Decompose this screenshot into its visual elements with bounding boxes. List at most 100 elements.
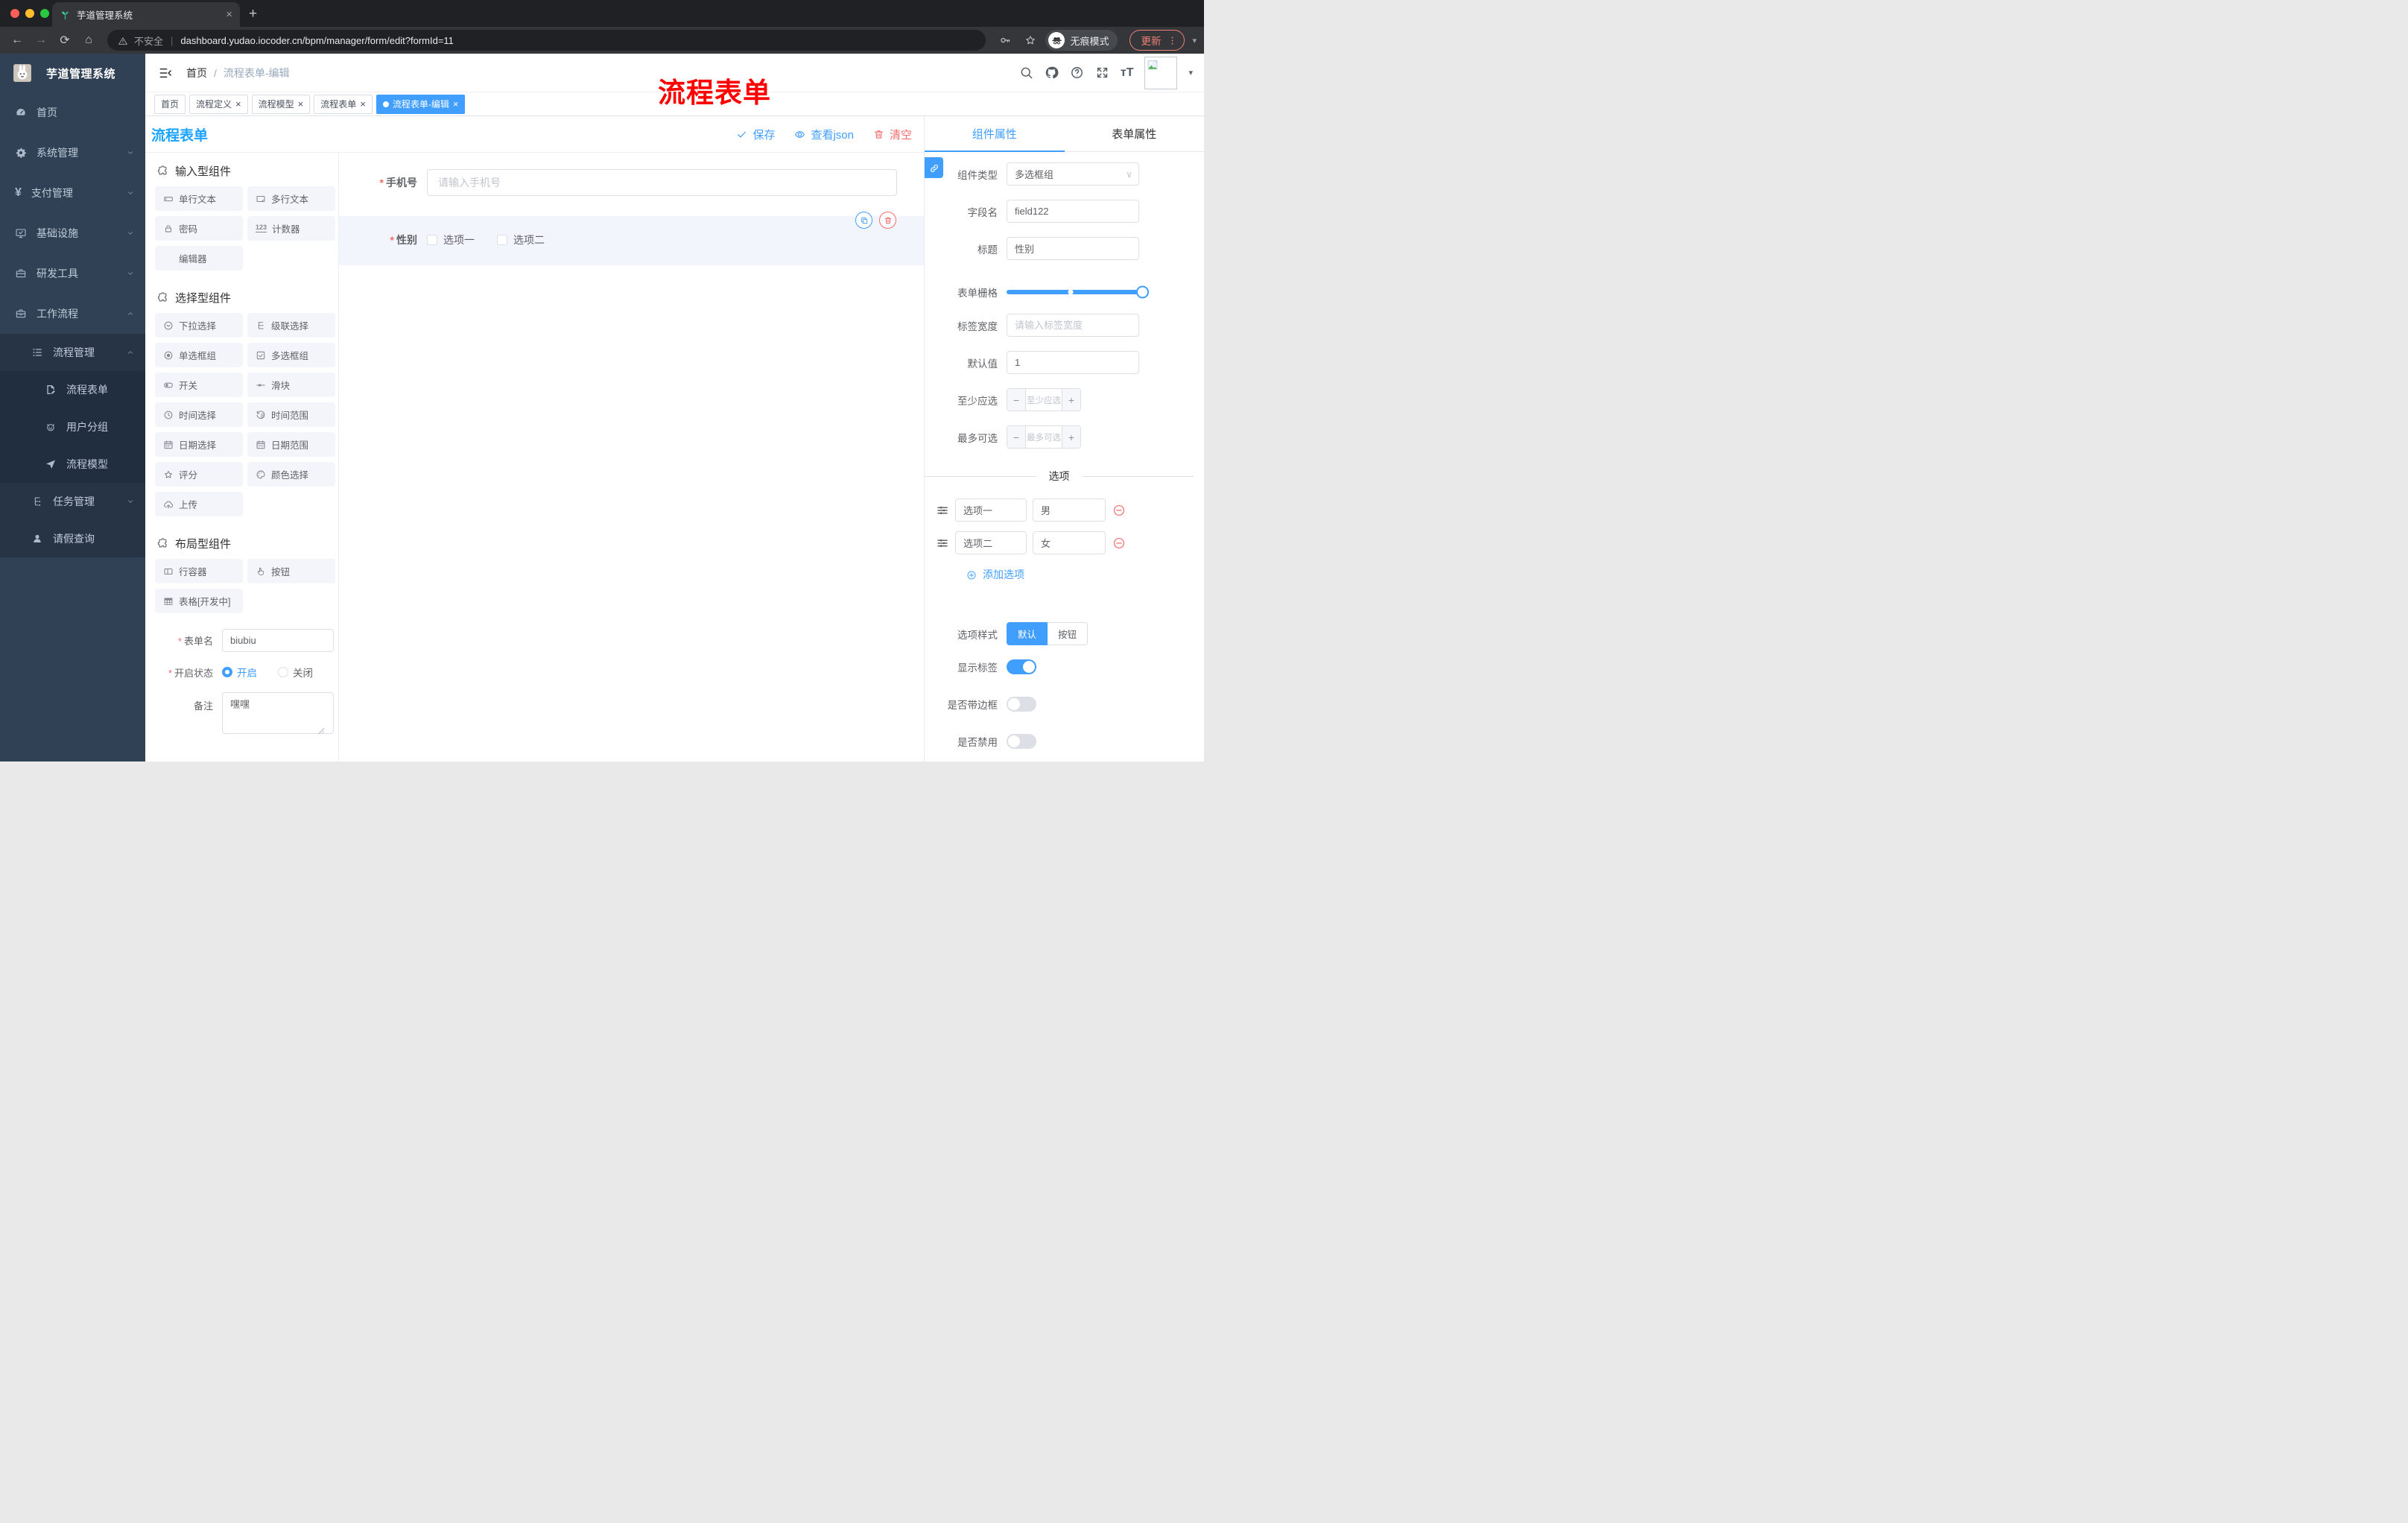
- palette-item-counter[interactable]: 123 计数器: [247, 216, 335, 241]
- tab-form-props[interactable]: 表单属性: [1065, 116, 1205, 151]
- canvas-field-gender-selected[interactable]: 性别 选项一 选项二: [339, 212, 924, 265]
- font-size-icon[interactable]: ᴛT: [1121, 66, 1134, 80]
- default-value-input[interactable]: [1007, 351, 1139, 374]
- tag-close-icon[interactable]: ×: [360, 99, 366, 109]
- avatar-caret-icon[interactable]: ▾: [1188, 68, 1193, 77]
- save-button[interactable]: 保存: [736, 127, 775, 142]
- delete-field-button[interactable]: [879, 212, 896, 229]
- back-button[interactable]: ←: [7, 34, 27, 47]
- title-input[interactable]: [1007, 237, 1139, 260]
- palette-item-table-dev[interactable]: 表格[开发中]: [155, 589, 243, 613]
- palette-item-date-range[interactable]: 日期范围: [247, 432, 335, 457]
- update-button[interactable]: 更新: [1129, 30, 1185, 51]
- status-option-open[interactable]: 开启: [237, 665, 257, 680]
- palette-item-password[interactable]: 密码: [155, 216, 243, 241]
- increase-button[interactable]: +: [1062, 389, 1080, 411]
- palette-item-slider[interactable]: 滑块: [247, 373, 335, 397]
- link-tag-button[interactable]: [925, 157, 943, 178]
- palette-item-upload[interactable]: 上传: [155, 492, 243, 516]
- tag-home[interactable]: 首页: [154, 94, 186, 114]
- add-option-button[interactable]: 添加选项: [966, 567, 1024, 582]
- sidebar-item-home[interactable]: 首页: [0, 92, 145, 133]
- sidebar-toggle-button[interactable]: [158, 66, 173, 80]
- label-width-input[interactable]: [1007, 314, 1139, 337]
- checkbox-icon[interactable]: [497, 235, 507, 245]
- canvas-field-phone[interactable]: 手机号 请输入手机号: [339, 169, 924, 196]
- option-label-input[interactable]: [955, 498, 1027, 522]
- tag-close-icon[interactable]: ×: [453, 99, 459, 109]
- remark-textarea[interactable]: [222, 692, 334, 734]
- window-minimize-button[interactable]: [25, 9, 34, 18]
- sidebar-item-task-mgmt[interactable]: 任务管理: [0, 483, 145, 520]
- form-grid-slider[interactable]: [1007, 285, 1149, 299]
- sidebar-item-process-form[interactable]: 流程表单: [0, 371, 145, 408]
- window-zoom-button[interactable]: [40, 9, 49, 18]
- toolbar-caret-icon[interactable]: ▾: [1192, 36, 1197, 45]
- option-value-input[interactable]: [1033, 531, 1106, 554]
- clear-button[interactable]: 清空: [873, 127, 912, 142]
- browser-menu-dots-icon[interactable]: [1167, 34, 1178, 47]
- tag-process-form-edit[interactable]: 流程表单-编辑 ×: [376, 94, 466, 114]
- palette-item-switch[interactable]: 开关: [155, 373, 243, 397]
- remove-option-button[interactable]: [1112, 504, 1126, 517]
- slider-handle[interactable]: [1136, 285, 1149, 299]
- window-close-button[interactable]: [10, 9, 19, 18]
- toggle-disabled[interactable]: [1007, 734, 1036, 749]
- gender-option-1[interactable]: 选项一: [427, 232, 475, 247]
- github-icon[interactable]: [1045, 66, 1059, 80]
- home-button[interactable]: ⌂: [79, 34, 98, 47]
- palette-item-multi-line-text[interactable]: 多行文本: [247, 186, 335, 211]
- decrease-button[interactable]: −: [1007, 389, 1026, 411]
- option-style-default[interactable]: 默认: [1007, 622, 1048, 645]
- decrease-button[interactable]: −: [1007, 426, 1026, 448]
- phone-input[interactable]: 请输入手机号: [427, 169, 897, 196]
- reload-button[interactable]: ⟳: [55, 33, 75, 48]
- tag-process-model[interactable]: 流程模型 ×: [251, 94, 311, 114]
- duplicate-field-button[interactable]: [855, 212, 872, 229]
- browser-tab[interactable]: 芋道管理系统 ×: [52, 2, 240, 27]
- sidebar-item-process-model[interactable]: 流程模型: [0, 446, 145, 483]
- checkbox-icon[interactable]: [427, 235, 437, 245]
- tag-close-icon[interactable]: ×: [298, 99, 304, 109]
- sidebar-item-devtools[interactable]: 研发工具: [0, 253, 145, 294]
- url-bar[interactable]: 不安全 | dashboard.yudao.iocoder.cn/bpm/man…: [107, 30, 986, 51]
- palette-item-time-range[interactable]: 时间范围: [247, 402, 335, 427]
- password-key-icon[interactable]: [999, 34, 1011, 47]
- palette-item-color-picker[interactable]: 颜色选择: [247, 462, 335, 487]
- app-logo[interactable]: 芋道管理系统: [0, 54, 145, 92]
- search-icon[interactable]: [1019, 66, 1033, 80]
- sidebar-item-workflow[interactable]: 工作流程: [0, 294, 145, 334]
- palette-item-date-picker[interactable]: 日期选择: [155, 432, 243, 457]
- forward-button[interactable]: →: [31, 34, 51, 47]
- tag-process-definition[interactable]: 流程定义 ×: [189, 94, 248, 114]
- sidebar-item-system[interactable]: 系统管理: [0, 133, 145, 173]
- option-value-input[interactable]: [1033, 498, 1106, 522]
- palette-item-checkbox-group[interactable]: 多选框组: [247, 343, 335, 367]
- remove-option-button[interactable]: [1112, 536, 1126, 550]
- component-type-select[interactable]: ∨: [1007, 162, 1139, 186]
- sidebar-item-process-mgmt[interactable]: 流程管理: [0, 334, 145, 371]
- fullscreen-icon[interactable]: [1095, 66, 1109, 80]
- toggle-show-label[interactable]: [1007, 659, 1036, 674]
- view-json-button[interactable]: 查看json: [794, 127, 854, 142]
- palette-item-time-picker[interactable]: 时间选择: [155, 402, 243, 427]
- option-label-input[interactable]: [955, 531, 1027, 554]
- sidebar-item-leave-query[interactable]: 请假查询: [0, 520, 145, 557]
- sidebar-item-user-group[interactable]: 用户分组: [0, 408, 145, 446]
- breadcrumb-home[interactable]: 首页: [186, 66, 207, 80]
- gender-option-2[interactable]: 选项二: [497, 232, 545, 247]
- tab-close-icon[interactable]: ×: [226, 8, 232, 21]
- palette-item-cascader[interactable]: 级联选择: [247, 313, 335, 338]
- radio-on-icon[interactable]: [222, 667, 232, 677]
- avatar[interactable]: [1144, 56, 1178, 89]
- tag-process-form[interactable]: 流程表单 ×: [314, 94, 373, 114]
- palette-item-radio-group[interactable]: 单选框组: [155, 343, 243, 367]
- option-style-button[interactable]: 按钮: [1048, 622, 1089, 645]
- increase-button[interactable]: +: [1062, 426, 1080, 448]
- palette-item-single-line-text[interactable]: 单行文本: [155, 186, 243, 211]
- radio-off-icon[interactable]: [278, 667, 288, 677]
- tab-component-props[interactable]: 组件属性: [925, 116, 1065, 152]
- palette-item-row-container[interactable]: 行容器: [155, 559, 243, 583]
- form-name-input[interactable]: [222, 629, 334, 652]
- palette-item-button[interactable]: 按钮: [247, 559, 335, 583]
